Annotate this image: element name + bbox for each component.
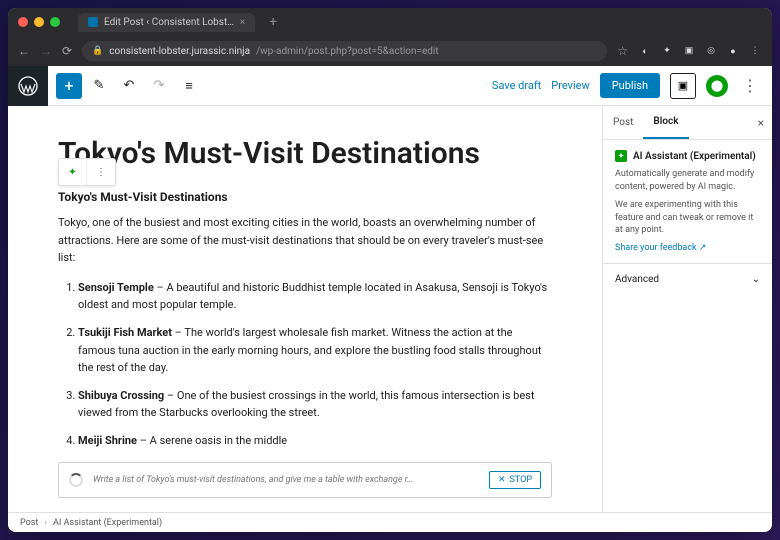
block-toolbar: ✦ ⋮ [58,158,116,186]
back-icon[interactable]: ← [18,44,30,58]
wordpress-logo-icon[interactable] [8,66,48,106]
url-input[interactable]: 🔒 consistent-lobster.jurassic.ninja /wp-… [82,41,607,61]
content-paragraph[interactable]: Tokyo, one of the busiest and most excit… [58,214,552,267]
forward-icon[interactable]: → [40,44,52,58]
browser-menu-icon[interactable]: ⋮ [748,44,762,58]
favicon-icon [88,17,98,27]
toolbar-right: Save draft Preview Publish ▣ ⬤ ⋮ [492,73,772,99]
extension-icon[interactable]: ▣ [682,44,696,58]
list-item[interactable]: Sensoji Temple – A beautiful and histori… [78,279,552,314]
extension-icon[interactable]: ◎ [704,44,718,58]
settings-panel-toggle-icon[interactable]: ▣ [670,73,696,99]
settings-sidebar: Post Block × ✦ AI Assistant (Experimenta… [602,106,772,512]
lock-icon: 🔒 [92,46,103,56]
url-domain: consistent-lobster.jurassic.ninja [109,46,250,57]
titlebar: Edit Post ‹ Consistent Lobst… × + [8,8,772,36]
sidebar-tabs: Post Block × [603,106,772,140]
editor-canvas[interactable]: Tokyo's Must-Visit Destinations ✦ ⋮ Toky… [8,106,602,512]
block-more-icon[interactable]: ⋮ [87,159,115,185]
breadcrumb-separator-icon: › [44,518,47,528]
new-tab-icon[interactable]: + [269,14,277,30]
sidebar-advanced-toggle[interactable]: Advanced ⌄ [603,264,772,295]
sidebar-ai-desc: Automatically generate and modify conten… [615,168,760,193]
ai-prompt-input[interactable] [93,475,479,485]
address-bar: ← → ⟳ 🔒 consistent-lobster.jurassic.ninj… [8,36,772,66]
extension-icon[interactable]: ◐ [638,44,652,58]
more-options-icon[interactable]: ⋮ [738,76,762,95]
close-sidebar-icon[interactable]: × [758,116,764,130]
extension-icons: ◐ ✦ ▣ ◎ ● ⋮ [638,44,762,58]
feedback-link[interactable]: Share your feedback ↗ [615,243,760,253]
profile-avatar-icon[interactable]: ● [726,44,740,58]
tab-block[interactable]: Block [643,106,688,139]
list-item[interactable]: Shibuya Crossing – One of the busiest cr… [78,387,552,422]
redo-icon[interactable]: ↷ [146,73,172,99]
undo-icon[interactable]: ↶ [116,73,142,99]
ai-badge-icon: ✦ [615,150,627,162]
close-tab-icon[interactable]: × [240,17,245,28]
url-path: /wp-admin/post.php?post=5&action=edit [256,46,439,57]
loading-spinner-icon [69,473,83,487]
extension-icon[interactable]: ✦ [660,44,674,58]
editor-footer-breadcrumb: Post › AI Assistant (Experimental) [8,512,772,532]
content-list[interactable]: Sensoji Temple – A beautiful and histori… [58,279,552,450]
save-draft-button[interactable]: Save draft [492,79,541,92]
bookmark-star-icon[interactable]: ☆ [617,44,628,58]
editor-body: Tokyo's Must-Visit Destinations ✦ ⋮ Toky… [8,106,772,512]
sidebar-section-title: ✦ AI Assistant (Experimental) [615,150,760,162]
edit-mode-icon[interactable]: ✎ [86,73,112,99]
editor-topbar: + ✎ ↶ ↷ ≡ Save draft Preview Publish ▣ ⬤… [8,66,772,106]
tab-title: Edit Post ‹ Consistent Lobst… [104,17,234,28]
browser-tab[interactable]: Edit Post ‹ Consistent Lobst… × [78,13,255,32]
minimize-window-icon[interactable] [34,17,44,27]
toolbar-left: + ✎ ↶ ↷ ≡ [48,73,202,99]
browser-window: Edit Post ‹ Consistent Lobst… × + ← → ⟳ … [8,8,772,532]
sidebar-ai-note: We are experimenting with this feature a… [615,199,760,237]
post-title[interactable]: Tokyo's Must-Visit Destinations [58,136,552,172]
maximize-window-icon[interactable] [50,17,60,27]
ai-block-icon[interactable]: ✦ [59,159,87,185]
jetpack-icon[interactable]: ⬤ [706,75,728,97]
window-controls [18,17,60,27]
add-block-button[interactable]: + [56,73,82,99]
chevron-down-icon: ⌄ [752,274,760,285]
stop-button[interactable]: ✕ STOP [489,471,541,489]
content-subheading[interactable]: Tokyo's Must-Visit Destinations [58,190,552,204]
document-outline-icon[interactable]: ≡ [176,73,202,99]
publish-button[interactable]: Publish [600,73,660,98]
tab-post[interactable]: Post [603,107,643,138]
preview-button[interactable]: Preview [551,79,589,92]
reload-icon[interactable]: ⟳ [62,44,72,58]
sidebar-ai-section: ✦ AI Assistant (Experimental) Automatica… [603,140,772,264]
breadcrumb-item[interactable]: AI Assistant (Experimental) [53,518,162,528]
breadcrumb-item[interactable]: Post [20,518,38,528]
wordpress-editor: + ✎ ↶ ↷ ≡ Save draft Preview Publish ▣ ⬤… [8,66,772,532]
list-item[interactable]: Tsukiji Fish Market – The world's larges… [78,324,552,377]
close-window-icon[interactable] [18,17,28,27]
ai-assistant-input: ✕ STOP [58,462,552,498]
list-item[interactable]: Meiji Shrine – A serene oasis in the mid… [78,432,552,450]
